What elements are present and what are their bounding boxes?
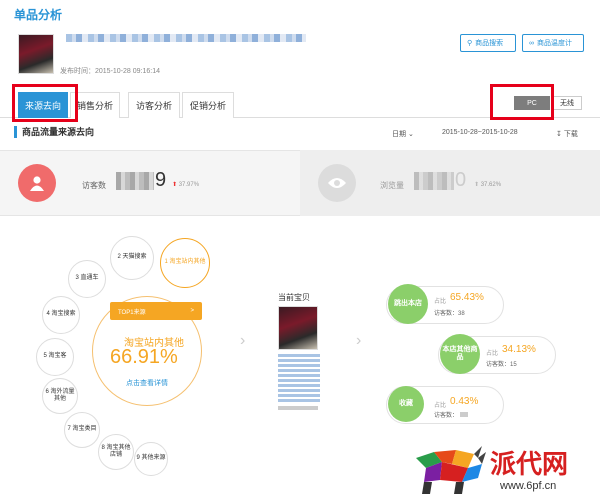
page-title: 单品分析 — [14, 8, 63, 22]
destination-name: 收藏 — [388, 386, 424, 422]
watermark-url: www.6pf.cn — [500, 480, 557, 492]
pageviews-trend: ⬆ 37.62% — [474, 182, 502, 188]
visitors-label: 访客数 — [82, 181, 106, 190]
destination-name: 跳出本店 — [388, 284, 428, 324]
section-title: 商品流量来源去向 — [14, 126, 94, 138]
link-icon: ∞ — [529, 39, 534, 47]
user-icon — [18, 164, 56, 202]
date-range: 2015-10-28~2015-10-28 — [442, 129, 518, 136]
product-thumbnail[interactable] — [18, 34, 54, 74]
source-item-1[interactable]: 1 淘宝站内其他 — [160, 238, 210, 288]
current-item-meta-redacted — [278, 406, 318, 410]
highlight-box-tab — [12, 84, 78, 122]
product-monitor-button[interactable]: ∞ 商品温度计 — [522, 34, 584, 52]
tab-visitor-analysis[interactable]: 访客分析 — [128, 92, 180, 118]
destination-visits: 访客数： — [434, 410, 469, 419]
arrow-up-icon: ⬆ — [172, 182, 178, 188]
pageviews-value: 0 — [455, 169, 467, 191]
search-icon: ⚲ — [467, 40, 473, 47]
top-source-percent: 66.91% — [110, 346, 178, 368]
destination-ratio: 0.43% — [450, 396, 479, 407]
eye-icon — [318, 164, 356, 202]
chevron-right-icon: › — [356, 332, 362, 349]
destination-name: 本店其他商品 — [440, 334, 480, 374]
highlight-box-device — [490, 84, 554, 120]
pageviews-value-redacted — [414, 172, 454, 190]
destination-visits: 访客数：38 — [434, 311, 465, 317]
destination-ratio: 65.43% — [450, 292, 484, 303]
visitors-trend: ⬆ 37.97% — [172, 182, 200, 188]
current-item-label: 当前宝贝 — [278, 293, 310, 302]
source-item-6[interactable]: 6 淘外流量其他 — [42, 378, 78, 414]
current-item-thumbnail[interactable] — [278, 306, 318, 350]
device-wireless-toggle[interactable]: 无线 — [552, 96, 582, 110]
source-item-9[interactable]: 9 其他来源 — [134, 442, 168, 476]
visitors-value-redacted — [116, 172, 154, 190]
chevron-down-icon: ⌄ — [407, 131, 414, 138]
visitors-value: 9 — [155, 169, 167, 191]
current-item-title-redacted[interactable] — [278, 354, 320, 404]
product-search-button[interactable]: ⚲ 商品搜索 — [460, 34, 516, 52]
source-item-5[interactable]: 5 淘宝客 — [36, 338, 74, 376]
top1-badge[interactable]: TOP1来源 > — [110, 302, 202, 320]
arrow-up-icon: ⬆ — [474, 182, 480, 188]
watermark-text: 派代网 — [490, 450, 569, 480]
product-title-redacted[interactable] — [66, 34, 306, 42]
view-details-link[interactable]: 点击查看详情 — [126, 378, 168, 388]
destination-ratio: 34.13% — [502, 344, 536, 355]
bull-logo-icon — [412, 444, 488, 498]
source-item-7[interactable]: 7 淘宝类目 — [64, 412, 100, 448]
download-icon: ↧ — [556, 131, 562, 138]
source-item-3[interactable]: 3 直通车 — [68, 260, 106, 298]
publish-time: 发布时间：2015-10-28 09:16:14 — [60, 68, 160, 75]
tab-promotion-analysis[interactable]: 促销分析 — [182, 92, 234, 118]
source-item-8[interactable]: 8 淘宝其他店铺 — [98, 434, 134, 470]
download-button[interactable]: ↧ 下载 — [556, 129, 578, 139]
pageviews-label: 浏览量 — [380, 181, 404, 190]
date-dropdown[interactable]: 日期 ⌄ — [392, 129, 414, 139]
chevron-right-icon: › — [240, 332, 246, 349]
chevron-right-icon: > — [190, 308, 194, 314]
source-item-4[interactable]: 4 淘宝搜索 — [42, 296, 80, 334]
destination-visits: 访客数：15 — [486, 362, 517, 368]
source-item-2[interactable]: 2 天猫搜索 — [110, 236, 154, 280]
